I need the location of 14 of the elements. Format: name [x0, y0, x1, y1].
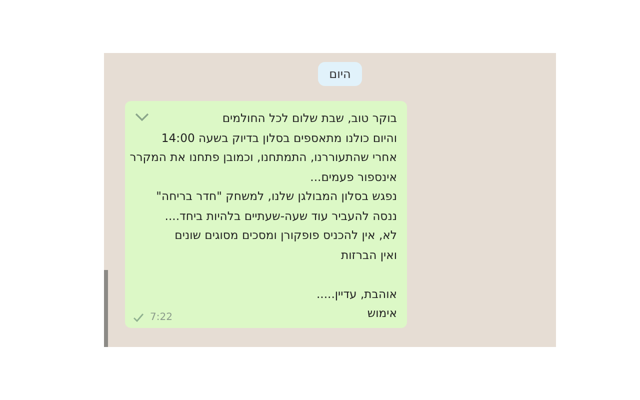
message-text: ננסה להעביר עוד שעה-שעתיים בלהיות ביחד....	[164, 208, 397, 224]
message-text: אינספור פעמים...	[310, 168, 397, 186]
chevron-down-icon[interactable]	[135, 113, 149, 122]
date-badge: היום	[318, 62, 362, 86]
message-text: אחרי שהתעוררנו, התמתחנו, וכמובן פתחנו את המקרר	[130, 149, 397, 166]
scrollbar-thumb[interactable]	[104, 270, 108, 347]
message-text: ואין הברזות	[341, 246, 397, 264]
message-text: אימוש	[367, 305, 397, 322]
message-text: והיום כולנו מתאספים בסלון בדיוק בשעה 14:00	[161, 130, 397, 146]
message-text: אוהבת, עדיין.....	[316, 286, 397, 302]
message-time: 7:22	[150, 312, 172, 323]
message-text: לא, אין להכניס פופקורן ומסכים מסוגים שונים	[174, 227, 397, 244]
message-text: בוקר טוב, שבת שלום לכל החולמים	[222, 110, 397, 127]
message-text: נפגש בסלון המבולגן שלנו, למשחק "חדר בריחה"	[156, 188, 397, 205]
